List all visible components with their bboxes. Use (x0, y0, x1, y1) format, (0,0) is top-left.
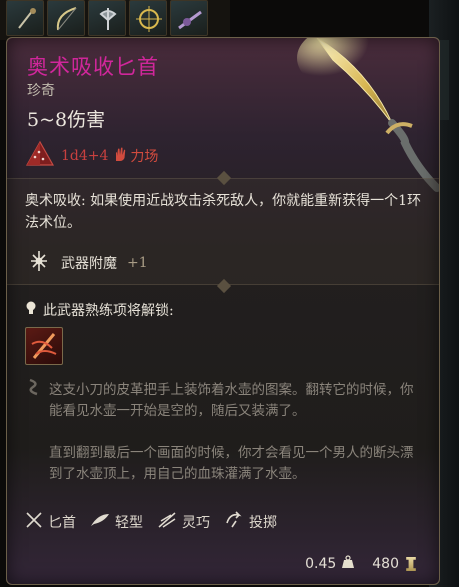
item-rarity: 珍奇 (27, 83, 55, 99)
property-label: 匕首 (48, 515, 76, 531)
enchantment-row: 武器附魔 +1 (25, 249, 148, 277)
d4-dice-icon (25, 139, 55, 173)
item-value: 480 (372, 556, 399, 572)
lightbulb-icon (25, 300, 37, 320)
proficiency-title: 此武器熟练项将解锁: (43, 303, 174, 319)
proficiency-title-row: 此武器熟练项将解锁: (25, 300, 174, 320)
inventory-slot[interactable] (6, 0, 44, 36)
item-tooltip: 奥术吸收匕首 珍奇 5~8伤害 1d4+4 力场 奥术吸收: 如果使用近战攻击杀… (6, 37, 440, 585)
inventory-slot[interactable] (170, 0, 208, 36)
inventory-slot[interactable] (88, 0, 126, 36)
damage-type-label: 力场 (130, 149, 159, 165)
dagger-artwork (297, 38, 439, 192)
property-thrown: 投掷 (224, 511, 277, 533)
weapon-properties: 匕首 轻型 灵巧 投掷 (25, 511, 277, 533)
enchantment-label: 武器附魔 (61, 256, 117, 272)
flavor-text: 这支小刀的皮革把手上装饰着水壶的图案。翻转它的时候，你能看见水壶一开始是空的，随… (49, 380, 424, 506)
gold-coin-icon (406, 557, 416, 571)
weight-icon (342, 555, 355, 573)
item-damage: 5~8伤害 (27, 109, 106, 131)
enchantment-value: +1 (127, 255, 148, 271)
proficiency-action-icon[interactable] (25, 327, 63, 365)
damage-detail-row: 1d4+4 力场 (25, 139, 158, 173)
property-label: 投掷 (249, 515, 277, 531)
feather-icon (90, 512, 110, 532)
property-finesse: 灵巧 (157, 511, 210, 533)
item-name: 奥术吸收匕首 (27, 55, 159, 79)
force-hand-icon (114, 147, 127, 166)
damage-type: 力场 (114, 146, 158, 166)
weight-value-row: 0.45 480 (305, 555, 417, 573)
item-weight: 0.45 (305, 556, 337, 572)
crossed-daggers-icon (25, 511, 43, 533)
flavor-paragraph: 这支小刀的皮革把手上装饰着水壶的图案。翻转它的时候，你能看见水壶一开始是空的，随… (49, 382, 414, 419)
finesse-icon (157, 511, 177, 533)
enchantment-icon (25, 249, 53, 277)
item-slot-strip (0, 0, 230, 40)
property-label: 轻型 (115, 515, 143, 531)
property-label: 灵巧 (182, 515, 210, 531)
inventory-slot[interactable] (47, 0, 85, 36)
passive-description: 奥术吸收: 如果使用近战攻击杀死敌人，你就能重新获得一个1环法术位。 (25, 193, 422, 231)
property-dagger: 匕首 (25, 511, 76, 533)
damage-dice: 1d4+4 (61, 148, 109, 164)
property-light: 轻型 (90, 512, 143, 532)
flavor-paragraph: 直到翻到最后一个画面的时候，你才会看见一个男人的断头漂到了水壶顶上，用自己的血珠… (49, 445, 414, 482)
thrown-icon (224, 511, 244, 533)
inventory-slot[interactable] (129, 0, 167, 36)
quote-mark-icon (27, 378, 41, 400)
